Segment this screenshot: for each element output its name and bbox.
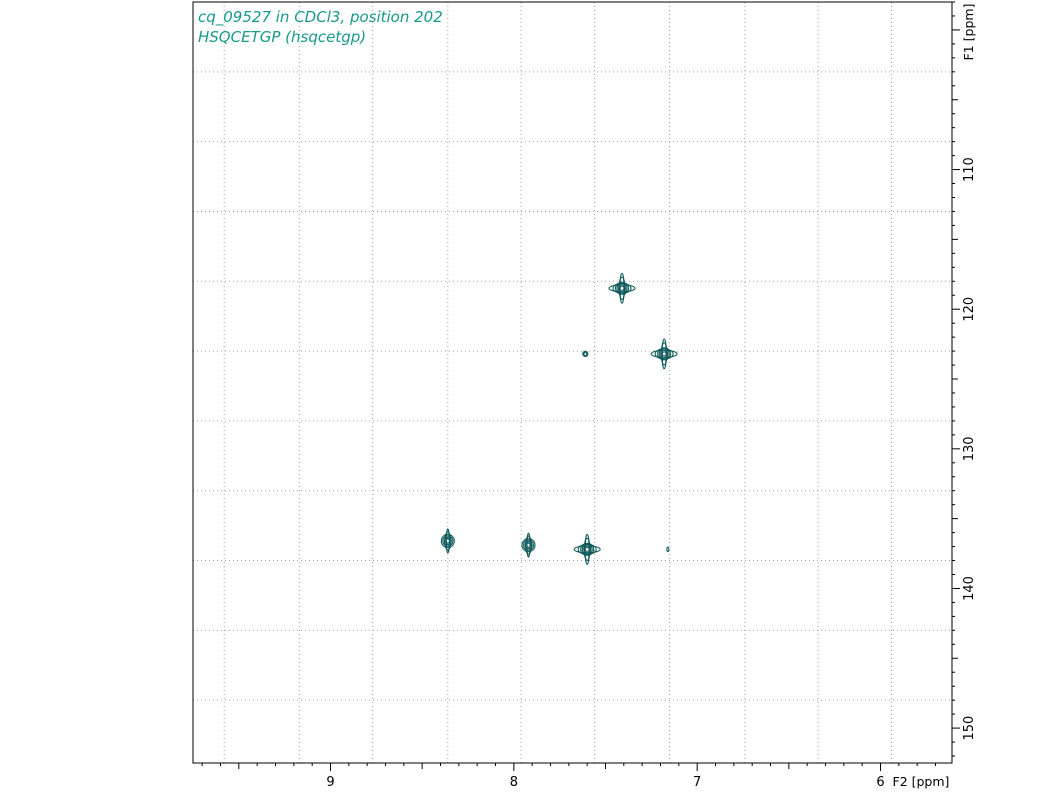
x-tick-label: 9	[326, 775, 334, 790]
contour-ring	[619, 285, 625, 291]
y-tick-label: 150	[962, 716, 977, 741]
peak-contour	[608, 272, 636, 304]
grid-lines	[193, 2, 952, 763]
peak-contour	[440, 528, 455, 554]
title-line-2: HSQCETGP (hsqcetgp)	[198, 28, 366, 46]
peak-contours	[440, 272, 678, 565]
contour-ring	[661, 351, 667, 357]
y-axis-title: F1 [ppm]	[961, 4, 976, 61]
contour-ring	[583, 351, 588, 356]
x-tick-label: 6	[876, 775, 884, 790]
title-line-1: cq_09527 in CDCl3, position 202	[198, 8, 443, 27]
contour-ring	[666, 546, 670, 553]
peak-contour	[521, 532, 536, 558]
peak-contour	[582, 350, 589, 358]
peak-contour	[650, 338, 678, 370]
plot-frame	[192, 1, 953, 764]
y-tick-label: 140	[962, 576, 977, 601]
x-axis-title: F2 [ppm]	[893, 774, 950, 789]
axis-ticks: 9 8 7 6 110 120 130 140 150	[201, 1, 977, 790]
y-tick-label: 120	[962, 297, 977, 322]
x-tick-label: 8	[510, 775, 518, 790]
y-tick-label: 130	[962, 436, 977, 461]
contour-ring	[584, 546, 590, 552]
y-tick-label: 110	[962, 157, 977, 182]
x-tick-label: 7	[693, 775, 701, 790]
peak-contour	[666, 546, 670, 553]
peak-contour	[573, 533, 601, 565]
hsqc-spectrum-plot: 9 8 7 6 110 120 130 140 150 cq_09527 in CDCl3, p…	[192, 1, 977, 790]
contour-ring	[526, 532, 531, 558]
contour-ring	[445, 528, 450, 554]
